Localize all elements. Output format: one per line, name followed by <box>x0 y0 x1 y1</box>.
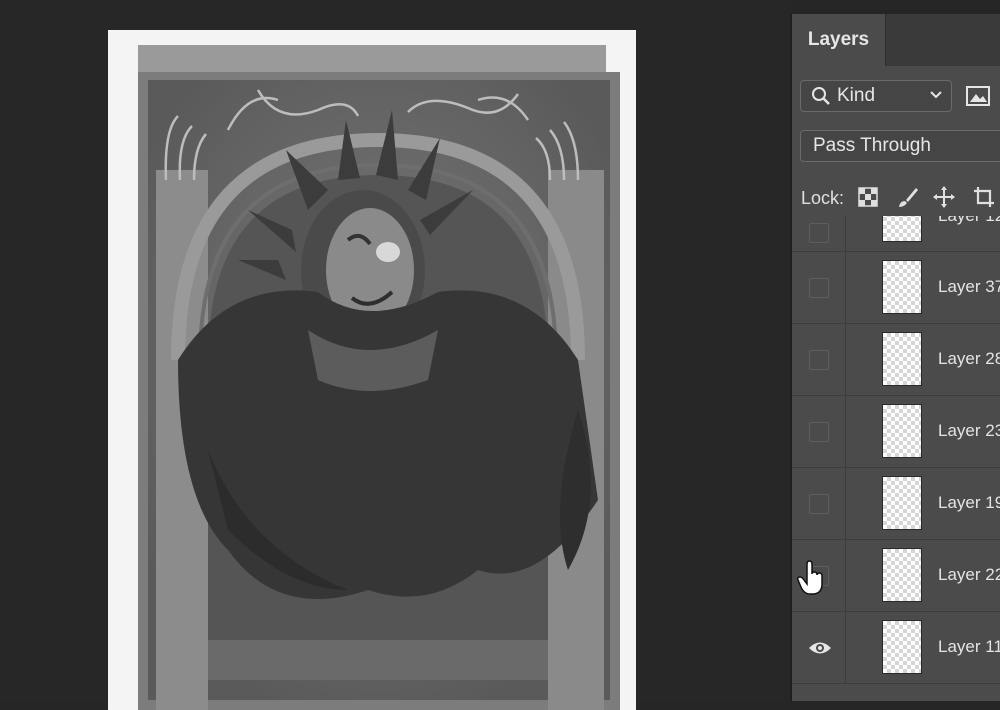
visibility-toggle[interactable] <box>792 252 846 323</box>
layer-row[interactable]: Layer 12 <box>792 216 1000 252</box>
layer-thumbnail <box>882 548 922 602</box>
visibility-toggle[interactable] <box>792 324 846 395</box>
visibility-box[interactable] <box>809 223 829 243</box>
layer-name[interactable]: Layer 22 <box>938 565 1000 585</box>
layer-thumbnail <box>882 260 922 314</box>
visibility-toggle[interactable] <box>792 468 846 539</box>
layer-name[interactable]: Layer 12 <box>938 216 1000 226</box>
layers-panel: Layers Kind Pass Through Lock: Layer 37 … <box>790 14 1000 701</box>
visibility-box[interactable] <box>809 350 829 370</box>
filter-kind-label: Kind <box>837 85 876 106</box>
layer-row[interactable]: Layer 37 <box>792 252 1000 324</box>
layer-thumbnail <box>882 216 922 242</box>
layer-filter-row: Kind <box>792 80 1000 116</box>
eye-icon[interactable] <box>808 640 832 656</box>
crop-icon[interactable] <box>972 185 996 209</box>
blend-mode-select[interactable]: Pass Through <box>800 130 1000 162</box>
tab-layers[interactable]: Layers <box>792 14 886 66</box>
layer-thumbnail <box>882 404 922 458</box>
layer-row[interactable]: Layer 23 <box>792 396 1000 468</box>
visibility-toggle[interactable] <box>792 396 846 467</box>
artwork-painting <box>138 45 620 710</box>
panel-tab-bar: Layers <box>792 14 1000 66</box>
filter-kind-select[interactable]: Kind <box>800 80 952 112</box>
lock-label: Lock: <box>801 188 845 208</box>
document-artboard[interactable] <box>108 30 636 710</box>
move-icon[interactable] <box>932 185 956 209</box>
layer-list[interactable]: Layer 12 Layer 37 Layer 28 Layer 23 <box>792 216 1000 701</box>
image-icon[interactable] <box>964 80 994 112</box>
layer-row[interactable]: Layer 11 <box>792 612 1000 684</box>
layer-row[interactable]: Layer 28 <box>792 324 1000 396</box>
brush-icon[interactable] <box>896 185 920 209</box>
layer-thumbnail <box>882 620 922 674</box>
visibility-toggle[interactable] <box>792 612 846 683</box>
checkerboard-icon[interactable] <box>856 185 880 209</box>
layer-thumbnail <box>882 476 922 530</box>
layer-thumbnail <box>882 332 922 386</box>
layer-row[interactable]: Layer 19 <box>792 468 1000 540</box>
chevron-down-icon <box>930 91 942 99</box>
lock-row: Lock: <box>792 180 1000 216</box>
canvas-workspace[interactable] <box>0 0 790 710</box>
visibility-box[interactable] <box>809 278 829 298</box>
layer-name[interactable]: Layer 28 <box>938 349 1000 369</box>
layer-name[interactable]: Layer 19 <box>938 493 1000 513</box>
visibility-toggle[interactable] <box>792 216 846 251</box>
visibility-box[interactable] <box>809 422 829 442</box>
search-icon <box>812 87 830 105</box>
layer-name[interactable]: Layer 11 <box>938 637 1000 657</box>
visibility-box[interactable] <box>809 494 829 514</box>
layer-name[interactable]: Layer 23 <box>938 421 1000 441</box>
layer-name[interactable]: Layer 37 <box>938 277 1000 297</box>
hand-pointer-icon <box>797 560 823 595</box>
